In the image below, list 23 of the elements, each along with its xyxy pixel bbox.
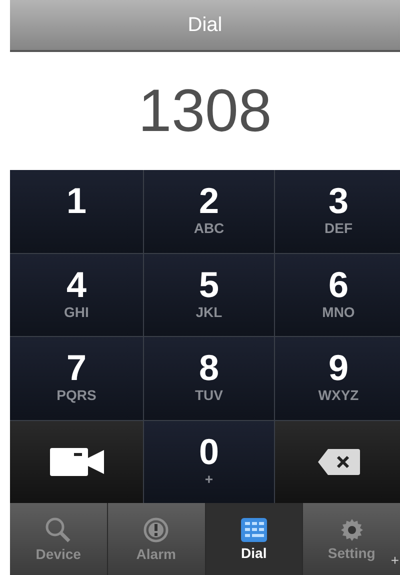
digit-key[interactable]: 5 JKL: [144, 254, 274, 336]
keypad-icon: [240, 518, 267, 542]
digit-key[interactable]: 4 GHI: [10, 254, 143, 336]
video-camera-icon: [50, 448, 104, 476]
search-icon: [45, 516, 72, 542]
digit-key[interactable]: 3 DEF: [275, 170, 400, 252]
video-button[interactable]: [10, 420, 143, 503]
digit-key[interactable]: 0 +: [144, 420, 274, 503]
tab[interactable]: Dial: [206, 503, 302, 575]
gear-icon: [340, 518, 364, 542]
digit-key[interactable]: 9 WXYZ: [275, 337, 400, 420]
dialed-number: 1308: [138, 76, 272, 146]
digit-key[interactable]: 1: [10, 170, 143, 252]
window-title: Dial: [188, 13, 222, 38]
plus-mark: +: [390, 553, 399, 567]
digit-key[interactable]: 8 TUV: [144, 337, 274, 420]
tab[interactable]: Setting +: [303, 503, 400, 575]
alert-icon: [143, 516, 170, 542]
backspace-button[interactable]: [275, 420, 400, 503]
digit-key[interactable]: 6 MNO: [275, 254, 400, 336]
digit-key[interactable]: 2 ABC: [144, 170, 274, 252]
backspace-icon: [318, 448, 360, 475]
digit-key[interactable]: 7 PQRS: [10, 337, 143, 420]
